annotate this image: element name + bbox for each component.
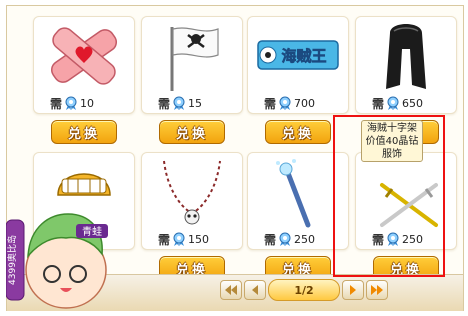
price-value: 250	[294, 232, 316, 246]
crystal-medal-icon	[173, 96, 185, 110]
magic-wand-icon	[276, 159, 311, 228]
crystal-medal-icon	[279, 96, 291, 110]
last-page-button[interactable]	[366, 280, 388, 300]
tooltip-line: 海贼十字架	[367, 123, 417, 134]
black-wig-icon	[386, 24, 426, 89]
mascot-tag-text: 青蛙	[82, 225, 102, 238]
price-value: 650	[402, 96, 424, 110]
crystal-medal-icon	[387, 96, 399, 110]
item-card[interactable]: 需 15	[141, 16, 243, 114]
price-row: 需 10	[50, 96, 95, 111]
shop-item-wand: 需 250 兑换	[247, 152, 349, 280]
price-row: 需 250	[264, 232, 316, 247]
shop-item-pirate-flag: 需 15 兑换	[141, 16, 243, 144]
crystal-medal-icon	[279, 232, 291, 246]
need-label: 需	[372, 96, 385, 111]
pirate-flag-icon	[170, 27, 219, 91]
right-arrow-icon	[350, 285, 356, 295]
price-value: 15	[188, 96, 203, 110]
exchange-button[interactable]: 兑换	[51, 120, 117, 144]
need-label: 需	[264, 96, 277, 111]
exchange-button[interactable]: 兑换	[265, 120, 331, 144]
item-card[interactable]: 需 650	[355, 16, 457, 114]
shop-item-one-piece-logo: 海贼王 需 700 兑换	[247, 16, 349, 144]
need-label: 需	[158, 96, 171, 111]
tooltip-line: 价值40晶钻	[365, 136, 419, 147]
mascot-logo: 4399奥比岛 青蛙	[6, 213, 108, 309]
item-card[interactable]: 需 150	[141, 152, 243, 250]
one-piece-logo-icon: 海贼王	[257, 40, 339, 70]
skull-necklace-icon	[163, 160, 221, 225]
need-label: 需	[264, 232, 277, 247]
first-page-button[interactable]	[220, 280, 242, 300]
prev-page-button[interactable]	[244, 280, 266, 300]
price-value: 700	[294, 96, 316, 110]
double-right-arrow-icon	[371, 285, 383, 295]
item-card[interactable]: 需 10	[33, 16, 135, 114]
item-tooltip: 海贼十字架 价值40晶钻 服饰	[361, 120, 423, 162]
page-indicator: 1/2	[268, 279, 340, 301]
next-page-button[interactable]	[342, 280, 364, 300]
tooltip-line: 服饰	[382, 149, 402, 160]
price-value: 150	[188, 232, 210, 246]
price-value: 10	[80, 96, 95, 110]
item-card[interactable]: 海贼王 需 700	[247, 16, 349, 114]
pagination: 1/2	[220, 279, 388, 301]
crystal-medal-icon	[65, 96, 77, 110]
double-left-arrow-icon	[225, 285, 237, 295]
exchange-button[interactable]: 兑换	[159, 120, 225, 144]
shop-item-skull-necklace: 需 150 兑换	[141, 152, 243, 280]
shop-item-bandage: 需 10 兑换	[33, 16, 135, 144]
price-row: 需 15	[158, 96, 203, 111]
price-row: 需 650	[372, 96, 424, 111]
price-row: 需 700	[264, 96, 316, 111]
logo-text: 海贼王	[281, 47, 326, 65]
need-label: 需	[158, 232, 171, 247]
mascot-badge-text: 4399奥比岛	[6, 235, 18, 285]
need-label: 需	[50, 96, 63, 111]
left-arrow-icon	[252, 285, 258, 295]
bandage-icon	[50, 27, 118, 85]
crystal-medal-icon	[173, 232, 185, 246]
price-row: 需 150	[158, 232, 210, 247]
